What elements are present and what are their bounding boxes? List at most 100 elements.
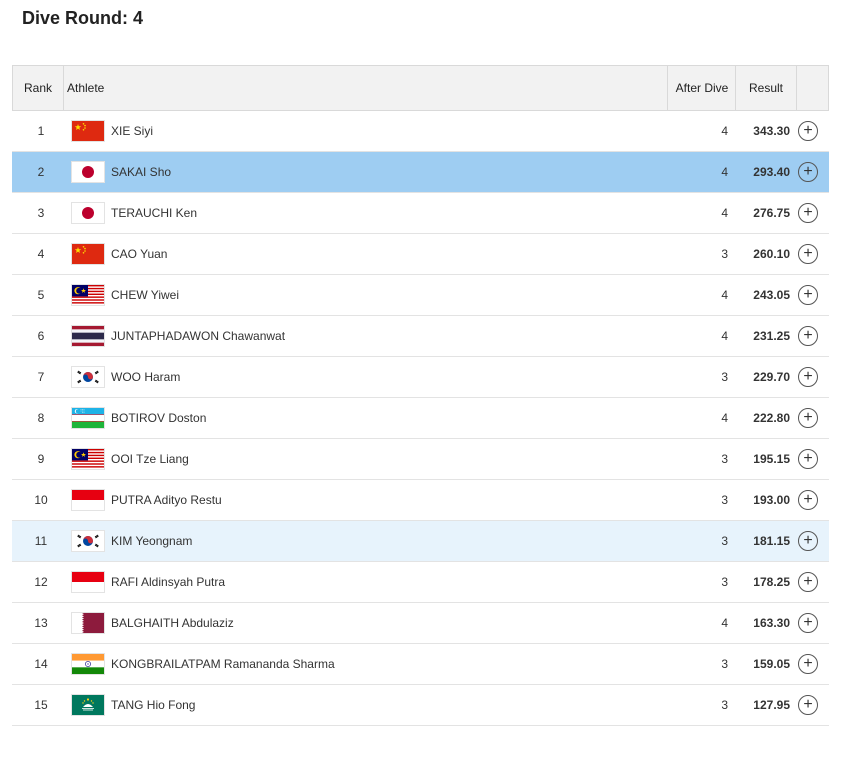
japan-flag-icon (72, 162, 104, 182)
plus-icon: + (803, 655, 813, 672)
table-row[interactable]: 4 CAO Yuan 3 260.10 + (12, 234, 829, 275)
header-athlete: Athlete (67, 81, 105, 95)
results-page: Dive Round: 4 Rank Athlete After Dive Re… (0, 0, 844, 757)
table-row[interactable]: 10 PUTRA Adityo Restu 3 193.00 + (12, 480, 829, 521)
table-row[interactable]: 13 BALGHAITH Abdulaziz 4 163.30 + (12, 603, 829, 644)
table-row[interactable]: 3 TERAUCHI Ken 4 276.75 + (12, 193, 829, 234)
after-dive-cell: 3 (721, 370, 728, 384)
japan-flag-icon (72, 203, 104, 223)
rank-cell: 8 (37, 411, 45, 425)
result-cell: 163.30 (753, 616, 790, 630)
uzbekistan-flag-icon (72, 408, 104, 428)
after-dive-cell: 4 (721, 329, 728, 343)
plus-icon: + (803, 409, 813, 426)
rank-cell: 9 (37, 452, 45, 466)
indonesia-flag-icon (72, 490, 104, 510)
table-row[interactable]: 6 JUNTAPHADAWON Chawanwat 4 231.25 + (12, 316, 829, 357)
result-cell: 159.05 (753, 657, 790, 671)
table-header: Rank Athlete After Dive Result (12, 66, 829, 111)
athlete-name: BOTIROV Doston (111, 411, 207, 425)
table-row[interactable]: 15 TANG Hio Fong 3 127.95 + (12, 685, 829, 726)
result-cell: 276.75 (753, 206, 790, 220)
athlete-name: KONGBRAILATPAM Ramananda Sharma (111, 657, 335, 671)
after-dive-cell: 3 (721, 247, 728, 261)
expand-row-button[interactable]: + (798, 285, 818, 305)
malaysia-flag-icon (72, 285, 104, 305)
table-row[interactable]: 5 CHEW Yiwei 4 243.05 + (12, 275, 829, 316)
expand-row-button[interactable]: + (798, 531, 818, 551)
plus-icon: + (803, 573, 813, 590)
rank-cell: 2 (37, 165, 45, 179)
result-cell: 260.10 (753, 247, 790, 261)
header-after-dive: After Dive (675, 81, 729, 95)
after-dive-cell: 3 (721, 657, 728, 671)
athlete-name: KIM Yeongnam (111, 534, 193, 548)
expand-row-button[interactable]: + (798, 408, 818, 428)
page-title: Dive Round: 4 (22, 8, 144, 28)
expand-row-button[interactable]: + (798, 244, 818, 264)
expand-row-button[interactable]: + (798, 367, 818, 387)
plus-icon: + (803, 368, 813, 385)
expand-row-button[interactable]: + (798, 572, 818, 592)
table-body: 1 XIE Siyi 4 343.30 +2 SAKAI Sho 4 293.40 +3 TERA… (12, 111, 829, 726)
india-flag-icon (72, 654, 104, 674)
plus-icon: + (803, 163, 813, 180)
athlete-name: OOI Tze Liang (111, 452, 189, 466)
table-row[interactable]: 11 KIM Yeongnam 3 181.15 + (12, 521, 829, 562)
athlete-name: CAO Yuan (111, 247, 168, 261)
result-cell: 222.80 (753, 411, 790, 425)
plus-icon: + (803, 614, 813, 631)
macau-flag-icon (72, 695, 104, 715)
expand-row-button[interactable]: + (798, 162, 818, 182)
table-row[interactable]: 2 SAKAI Sho 4 293.40 + (12, 152, 829, 193)
expand-row-button[interactable]: + (798, 326, 818, 346)
korea-flag-icon (72, 367, 104, 387)
table-row[interactable]: 7 WOO Haram 3 229.70 + (12, 357, 829, 398)
plus-icon: + (803, 696, 813, 713)
expand-row-button[interactable]: + (798, 695, 818, 715)
result-cell: 181.15 (753, 534, 790, 548)
expand-row-button[interactable]: + (798, 490, 818, 510)
after-dive-cell: 3 (721, 534, 728, 548)
after-dive-cell: 4 (721, 288, 728, 302)
result-cell: 193.00 (753, 493, 790, 507)
rank-cell: 12 (34, 575, 48, 589)
athlete-name: XIE Siyi (111, 124, 154, 138)
result-cell: 343.30 (753, 124, 790, 138)
athlete-name: CHEW Yiwei (111, 288, 180, 302)
header-rank: Rank (23, 81, 52, 95)
rank-cell: 7 (37, 370, 45, 384)
expand-row-button[interactable]: + (798, 203, 818, 223)
result-cell: 243.05 (753, 288, 790, 302)
plus-icon: + (803, 491, 813, 508)
plus-icon: + (803, 450, 813, 467)
rank-cell: 14 (34, 657, 48, 671)
after-dive-cell: 4 (721, 206, 728, 220)
plus-icon: + (803, 286, 813, 303)
rank-cell: 15 (34, 698, 48, 712)
expand-row-button[interactable]: + (798, 654, 818, 674)
athlete-name: TERAUCHI Ken (111, 206, 198, 220)
table-row[interactable]: 12 RAFI Aldinsyah Putra 3 178.25 + (12, 562, 829, 603)
result-cell: 127.95 (753, 698, 790, 712)
athlete-name: BALGHAITH Abdulaziz (111, 616, 234, 630)
expand-row-button[interactable]: + (798, 121, 818, 141)
table-row[interactable]: 8 BOTIROV Doston 4 222.80 + (12, 398, 829, 439)
results-table: Rank Athlete After Dive Result 1 XIE Siyi… (12, 65, 829, 726)
after-dive-cell: 4 (721, 165, 728, 179)
result-cell: 195.15 (753, 452, 790, 466)
expand-row-button[interactable]: + (798, 449, 818, 469)
rank-cell: 4 (37, 247, 45, 261)
expand-row-button[interactable]: + (798, 613, 818, 633)
after-dive-cell: 3 (721, 575, 728, 589)
rank-cell: 1 (37, 124, 45, 138)
result-cell: 229.70 (753, 370, 790, 384)
after-dive-cell: 4 (721, 411, 728, 425)
plus-icon: + (803, 327, 813, 344)
table-row[interactable]: 9 OOI Tze Liang 3 195.15 + (12, 439, 829, 480)
table-row[interactable]: 14 KONGBRAILATPAM Ramananda Sharma 3 159.05… (12, 644, 829, 685)
athlete-name: SAKAI Sho (111, 165, 172, 179)
rank-cell: 6 (37, 329, 45, 343)
table-row[interactable]: 1 XIE Siyi 4 343.30 + (12, 111, 829, 152)
malaysia-flag-icon (72, 449, 104, 469)
